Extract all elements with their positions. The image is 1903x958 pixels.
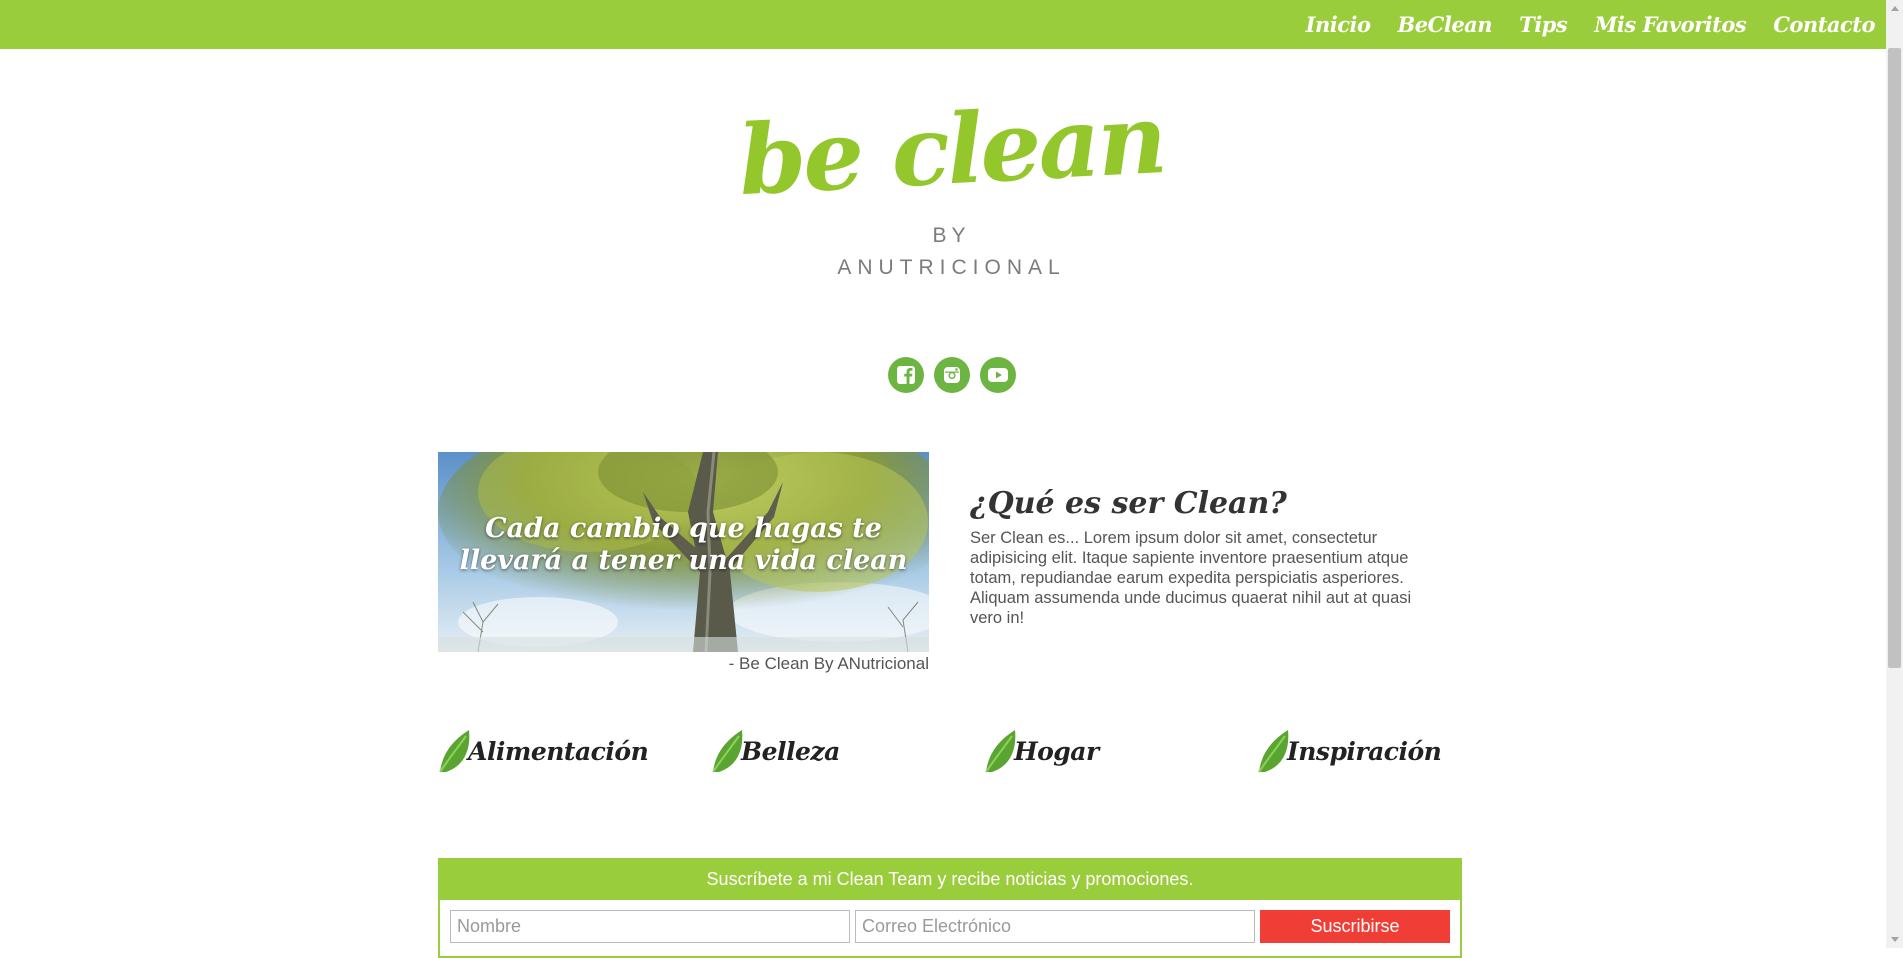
- logo-by: BY: [932, 224, 971, 247]
- nav-link-mis-favoritos[interactable]: Mis Favoritos: [1594, 12, 1747, 37]
- subscribe-heading: Suscríbete a mi Clean Team y recibe noti…: [438, 858, 1462, 900]
- subscribe-button[interactable]: Suscribirse: [1260, 910, 1450, 943]
- category-label: Hogar: [1014, 736, 1099, 766]
- category-label: Alimentación: [468, 736, 649, 766]
- email-input[interactable]: [855, 910, 1255, 943]
- nav-link-contacto[interactable]: Contacto: [1773, 12, 1875, 37]
- top-navigation-bar: Inicio BeClean Tips Mis Favoritos Contac…: [0, 0, 1903, 49]
- category-hogar[interactable]: Hogar: [984, 728, 1099, 774]
- logo-brand: ANUTRICIONAL: [837, 256, 1066, 279]
- category-belleza[interactable]: Belleza: [711, 728, 840, 774]
- about-text: Ser Clean es... Lorem ipsum dolor sit am…: [970, 529, 1412, 627]
- leaf-icon: [439, 730, 470, 773]
- category-label: Inspiración: [1287, 736, 1442, 766]
- facebook-icon[interactable]: [887, 357, 924, 393]
- hero-credit: - Be Clean By ANutricional: [728, 654, 929, 673]
- instagram-icon[interactable]: [933, 357, 970, 393]
- about-title: ¿Qué es ser Clean?: [970, 486, 1287, 521]
- scroll-up-icon[interactable]: [1891, 6, 1899, 11]
- leaf-icon: [712, 730, 743, 773]
- nav-link-beclean[interactable]: BeClean: [1398, 12, 1493, 37]
- main-nav: Inicio BeClean Tips Mis Favoritos Contac…: [1279, 0, 1876, 49]
- category-inspiracion[interactable]: Inspiración: [1257, 728, 1442, 774]
- nav-link-tips[interactable]: Tips: [1519, 12, 1568, 37]
- category-label: Belleza: [741, 736, 840, 766]
- name-input[interactable]: [450, 910, 850, 943]
- vertical-scrollbar[interactable]: [1886, 0, 1903, 948]
- social-links: [0, 357, 1903, 393]
- leaf-icon: [985, 730, 1016, 773]
- category-alimentacion[interactable]: Alimentación: [438, 728, 649, 774]
- nav-link-inicio[interactable]: Inicio: [1306, 12, 1371, 37]
- youtube-icon[interactable]: [979, 357, 1016, 393]
- scrollbar-thumb[interactable]: [1888, 48, 1901, 668]
- leaf-icon: [1258, 730, 1289, 773]
- hero-quote: Cada cambio que hagas te llevará a tener…: [459, 513, 908, 576]
- scroll-down-icon[interactable]: [1891, 937, 1899, 942]
- site-logo[interactable]: be clean: [0, 52, 1903, 247]
